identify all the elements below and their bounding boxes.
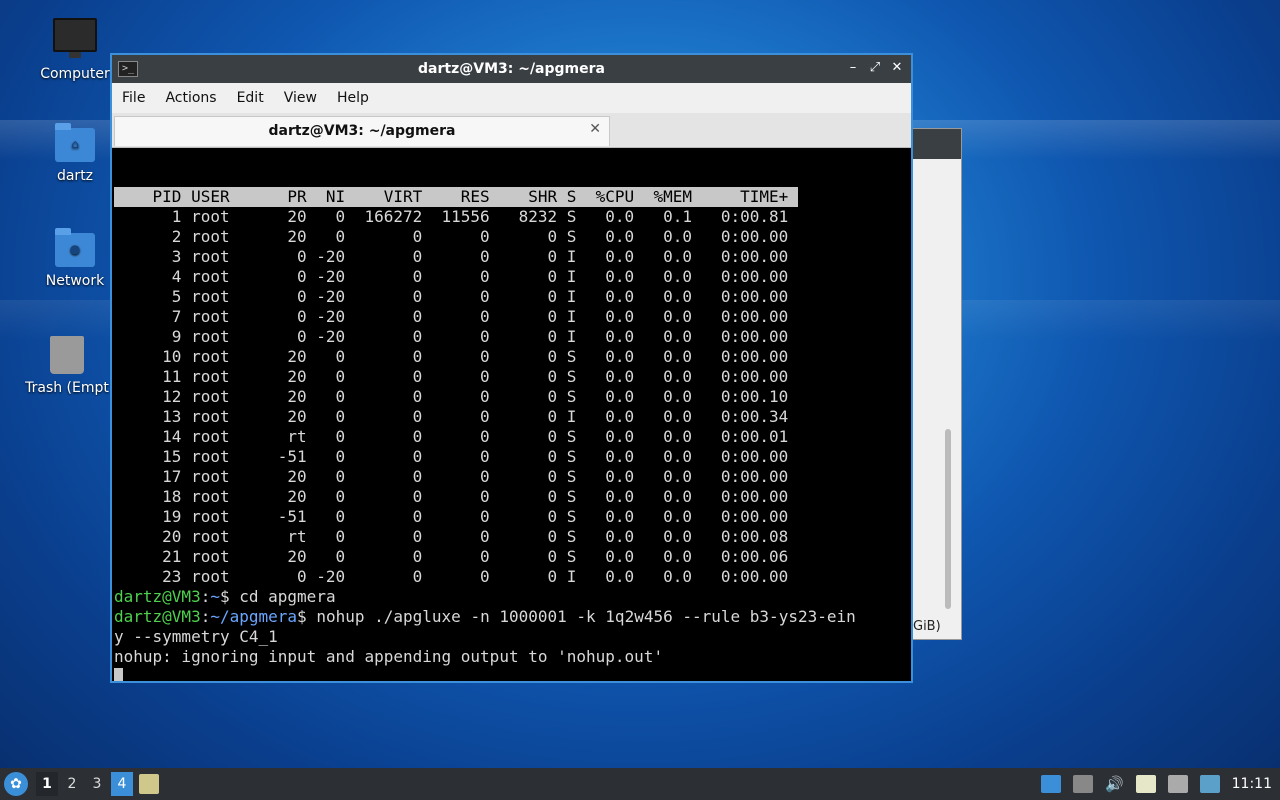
- desktop-icon-label: Trash (Empt: [25, 380, 109, 396]
- process-row: 2 root 20 0 0 0 0 S 0.0 0.0 0:00.00: [114, 227, 789, 246]
- process-row: 12 root 20 0 0 0 0 S 0.0 0.0 0:00.10: [114, 387, 789, 406]
- process-row: 10 root 20 0 0 0 0 S 0.0 0.0 0:00.00: [114, 347, 789, 366]
- window-title: dartz@VM3: ~/apgmera: [418, 61, 605, 77]
- tab-close-icon[interactable]: ✕: [589, 121, 601, 137]
- prompt-user: dartz@VM3: [114, 607, 201, 626]
- desktop-icon-trash[interactable]: Trash (Empt: [20, 336, 114, 396]
- minimize-button[interactable]: –: [845, 60, 861, 76]
- tab-bar: dartz@VM3: ~/apgmera ✕: [112, 113, 911, 148]
- start-menu-icon[interactable]: ✿: [4, 772, 28, 796]
- process-row: 19 root -51 0 0 0 0 S 0.0 0.0 0:00.00: [114, 507, 789, 526]
- taskbar: ✿ 1 2 3 4 🔊 11:11: [0, 768, 1280, 800]
- process-row: 7 root 0 -20 0 0 0 I 0.0 0.0 0:00.00: [114, 307, 789, 326]
- command-text: $ nohup ./apgluxe -n 1000001 -k 1q2w456 …: [297, 607, 856, 626]
- process-row: 1 root 20 0 166272 11556 8232 S 0.0 0.1 …: [114, 207, 789, 226]
- command-wrap-line: y --symmetry C4_1: [114, 627, 278, 646]
- eject-icon[interactable]: [1072, 775, 1093, 793]
- prompt-path: ~: [210, 587, 220, 606]
- process-row: 15 root -51 0 0 0 0 S 0.0 0.0 0:00.00: [114, 447, 789, 466]
- background-window[interactable]: GiB): [912, 128, 962, 640]
- prompt-separator: :: [200, 587, 211, 606]
- process-row: 21 root 20 0 0 0 0 S 0.0 0.0 0:00.06: [114, 547, 789, 566]
- maximize-button[interactable]: ⤢: [867, 60, 883, 76]
- process-row: 23 root 0 -20 0 0 0 I 0.0 0.0 0:00.00: [114, 567, 789, 586]
- menu-help[interactable]: Help: [327, 90, 379, 106]
- terminal-window[interactable]: >_ dartz@VM3: ~/apgmera – ⤢ ✕ File Actio…: [110, 53, 913, 683]
- process-row: 3 root 0 -20 0 0 0 I 0.0 0.0 0:00.00: [114, 247, 789, 266]
- menu-view[interactable]: View: [274, 90, 327, 106]
- workspace-3[interactable]: 3: [86, 772, 108, 796]
- top-header-row: PID USER PR NI VIRT RES SHR S %CPU %MEM …: [114, 187, 798, 207]
- process-row: 9 root 0 -20 0 0 0 I 0.0 0.0 0:00.00: [114, 327, 789, 346]
- process-row: 4 root 0 -20 0 0 0 I 0.0 0.0 0:00.00: [114, 267, 789, 286]
- system-tray: 🔊 11:11: [1040, 768, 1272, 800]
- menu-actions[interactable]: Actions: [155, 90, 226, 106]
- process-row: 11 root 20 0 0 0 0 S 0.0 0.0 0:00.00: [114, 367, 789, 386]
- terminal-tab[interactable]: dartz@VM3: ~/apgmera ✕: [114, 116, 610, 146]
- text-cursor: [114, 668, 123, 681]
- tab-title: dartz@VM3: ~/apgmera: [268, 123, 456, 139]
- taskbar-app-icon[interactable]: [139, 774, 159, 794]
- process-row: 17 root 20 0 0 0 0 S 0.0 0.0 0:00.00: [114, 467, 789, 486]
- clock[interactable]: 11:11: [1232, 776, 1272, 792]
- prompt-user: dartz@VM3: [114, 587, 201, 606]
- desktop-icon[interactable]: [1040, 775, 1061, 793]
- network-folder-icon: ●: [55, 228, 95, 267]
- prompt-path: ~/apgmera: [210, 607, 298, 626]
- close-button[interactable]: ✕: [889, 60, 905, 76]
- process-row: 14 root rt 0 0 0 0 S 0.0 0.0 0:00.01: [114, 427, 789, 446]
- volume-icon[interactable]: 🔊: [1105, 775, 1124, 793]
- menu-bar: File Actions Edit View Help: [112, 83, 911, 113]
- workspace-4[interactable]: 4: [111, 772, 133, 796]
- terminal-screen[interactable]: PID USER PR NI VIRT RES SHR S %CPU %MEM …: [114, 167, 911, 681]
- process-row: 18 root 20 0 0 0 0 S 0.0 0.0 0:00.00: [114, 487, 789, 506]
- trash-icon: [50, 336, 84, 374]
- window-titlebar[interactable]: >_ dartz@VM3: ~/apgmera – ⤢ ✕: [112, 55, 911, 83]
- computer-icon: [53, 18, 97, 58]
- update-icon[interactable]: [1199, 775, 1220, 793]
- background-window-titlebar[interactable]: [913, 129, 961, 159]
- workspace-2[interactable]: 2: [61, 772, 83, 796]
- process-row: 20 root rt 0 0 0 0 S 0.0 0.0 0:00.08: [114, 527, 789, 546]
- process-row: 13 root 20 0 0 0 0 I 0.0 0.0 0:00.34: [114, 407, 789, 426]
- background-window-text: GiB): [913, 619, 941, 634]
- home-folder-icon: ⌂: [55, 123, 95, 162]
- process-row: 5 root 0 -20 0 0 0 I 0.0 0.0 0:00.00: [114, 287, 789, 306]
- network-icon[interactable]: [1167, 775, 1188, 793]
- prompt-separator: :: [200, 607, 211, 626]
- menu-file[interactable]: File: [112, 90, 155, 106]
- scrollbar[interactable]: [945, 429, 951, 609]
- command-output: nohup: ignoring input and appending outp…: [114, 647, 664, 666]
- workspace-1[interactable]: 1: [36, 772, 58, 796]
- process-list: 1 root 20 0 166272 11556 8232 S 0.0 0.1 …: [114, 207, 911, 587]
- command-text: $ cd apgmera: [219, 587, 336, 606]
- clipboard-icon[interactable]: [1135, 775, 1156, 793]
- menu-edit[interactable]: Edit: [227, 90, 274, 106]
